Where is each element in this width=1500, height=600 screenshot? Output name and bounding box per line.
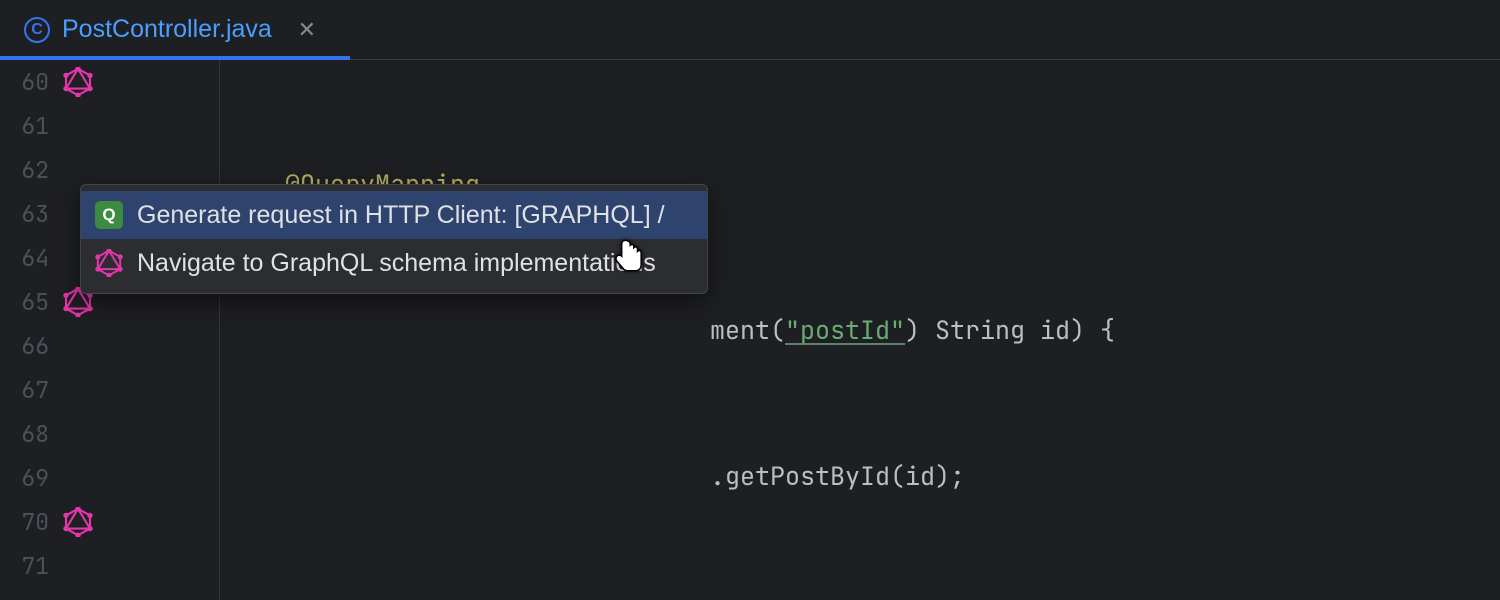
line-number: 60 bbox=[0, 60, 49, 104]
line-number: 68 bbox=[0, 412, 49, 456]
code-line[interactable]: ment("postId") String id) { bbox=[220, 308, 1500, 352]
line-number: 69 bbox=[0, 456, 49, 500]
line-number: 66 bbox=[0, 324, 49, 368]
code-area[interactable]: @QueryMapping ment("postId") String id) … bbox=[220, 60, 1500, 600]
line-number: 63 bbox=[0, 192, 49, 236]
line-number: 71 bbox=[0, 544, 49, 588]
line-number-gutter: 606162636465666768697071 bbox=[0, 60, 55, 600]
gutter-separator bbox=[110, 60, 220, 600]
line-number: 67 bbox=[0, 368, 49, 412]
graphql-icon bbox=[95, 249, 123, 277]
http-client-icon: Q bbox=[95, 201, 123, 229]
close-icon[interactable]: ✕ bbox=[294, 17, 320, 43]
gutter-marker-lane bbox=[55, 60, 110, 600]
popup-item-navigate-schema[interactable]: Navigate to GraphQL schema implementatio… bbox=[81, 239, 707, 287]
tab-bar: C PostController.java ✕ bbox=[0, 0, 1500, 60]
tab-filename: PostController.java bbox=[62, 15, 272, 44]
code-editor[interactable]: 606162636465666768697071 @QueryMapping m… bbox=[0, 60, 1500, 600]
graphql-icon[interactable] bbox=[63, 67, 93, 97]
popup-item-label: Generate request in HTTP Client: [GRAPHQ… bbox=[137, 201, 665, 230]
line-number: 65 bbox=[0, 280, 49, 324]
line-number: 70 bbox=[0, 500, 49, 544]
popup-item-label: Navigate to GraphQL schema implementatio… bbox=[137, 249, 656, 278]
gutter-action-popup: Q Generate request in HTTP Client: [GRAP… bbox=[80, 184, 708, 294]
code-line[interactable]: .getPostById(id); bbox=[220, 454, 1500, 498]
java-class-icon: C bbox=[24, 17, 50, 43]
graphql-icon[interactable] bbox=[63, 507, 93, 537]
line-number: 62 bbox=[0, 148, 49, 192]
line-number: 64 bbox=[0, 236, 49, 280]
line-number: 61 bbox=[0, 104, 49, 148]
popup-item-generate-http-request[interactable]: Q Generate request in HTTP Client: [GRAP… bbox=[81, 191, 707, 239]
file-tab[interactable]: C PostController.java ✕ bbox=[12, 0, 332, 59]
